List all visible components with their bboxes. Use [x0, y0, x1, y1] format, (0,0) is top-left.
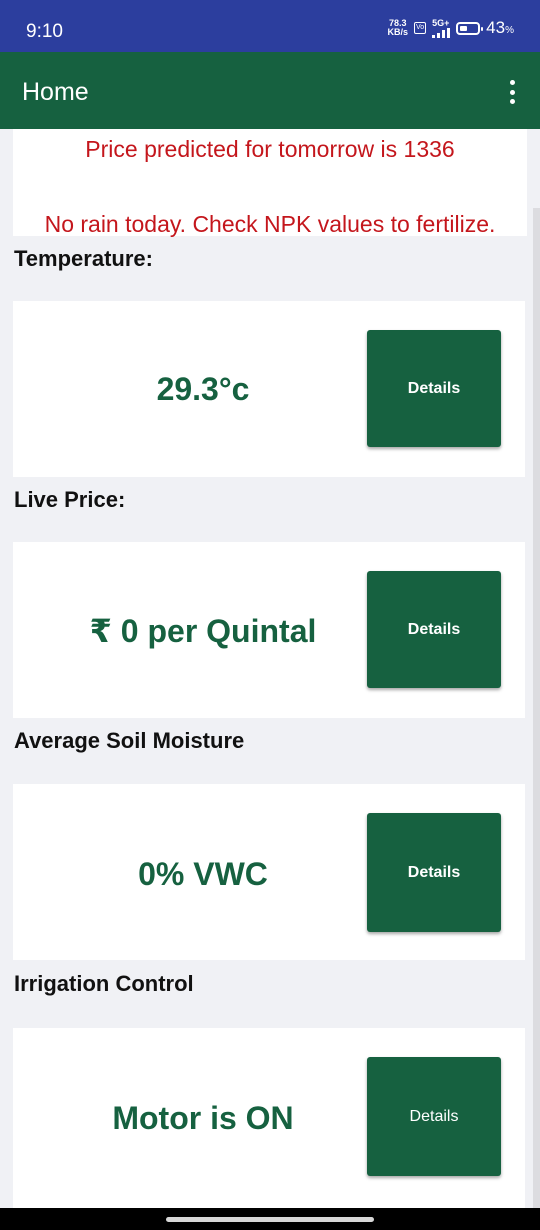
temperature-value: 29.3°c: [156, 371, 250, 407]
rain-advice-text: No rain today. Check NPK values to ferti…: [44, 211, 496, 237]
app-bar: Home: [0, 52, 540, 129]
motor-status-value: Motor is ON: [112, 1100, 294, 1136]
network-speed: 78.3 KB/s: [387, 18, 408, 37]
home-gesture-handle[interactable]: [166, 1217, 374, 1222]
live-price-label: Live Price:: [14, 487, 126, 512]
temperature-label: Temperature:: [14, 246, 153, 271]
gesture-nav-bar: [0, 1208, 540, 1230]
live-price-details-button[interactable]: Details: [367, 571, 501, 688]
status-icons: 78.3 KB/s Vo 5G+ 43%: [387, 18, 514, 38]
network-type: 5G+: [432, 17, 450, 28]
soil-moisture-value: 0% VWC: [138, 856, 268, 892]
notice-card: Price predicted for tomorrow is 1336 No …: [13, 129, 527, 237]
page-title: Home: [22, 78, 89, 106]
live-price-value: ₹ 0 per Quintal: [89, 613, 317, 649]
irrigation-card: Motor is ON Details: [13, 1028, 525, 1208]
temperature-details-button[interactable]: Details: [367, 330, 501, 447]
more-vert-icon[interactable]: [508, 80, 516, 104]
battery-icon: [456, 21, 484, 35]
scrollbar[interactable]: [533, 208, 540, 1208]
irrigation-details-button[interactable]: Details: [367, 1057, 501, 1176]
signal-icon: 5G+: [432, 17, 451, 38]
battery-percent: 43%: [486, 18, 514, 37]
soil-moisture-card: 0% VWC Details: [13, 784, 525, 960]
soil-moisture-label: Average Soil Moisture: [14, 728, 245, 753]
irrigation-label: Irrigation Control: [14, 971, 194, 996]
live-price-card: ₹ 0 per Quintal Details: [13, 542, 525, 718]
soil-moisture-details-button[interactable]: Details: [367, 813, 501, 932]
price-prediction-text: Price predicted for tomorrow is 1336: [85, 136, 455, 162]
temperature-card: 29.3°c Details: [13, 301, 525, 477]
status-bar: 9:10 78.3 KB/s Vo 5G+ 43%: [0, 0, 540, 52]
status-time: 9:10: [26, 21, 63, 42]
volte-icon: Vo: [413, 22, 427, 34]
